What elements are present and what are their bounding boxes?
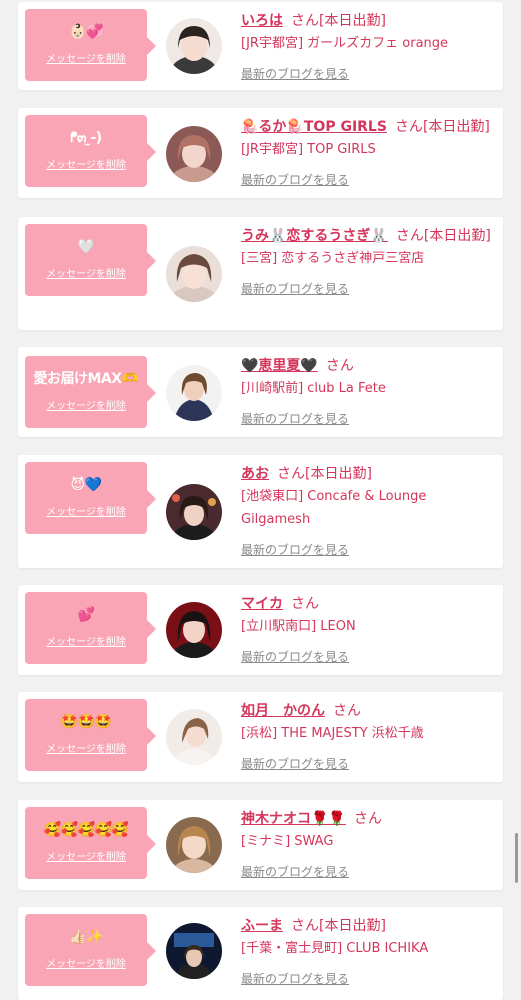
message-bubble: ᖰ๓ ̫-) メッセージを削除 bbox=[25, 115, 156, 187]
avatar[interactable] bbox=[166, 246, 222, 302]
delete-message-link[interactable]: メッセージを削除 bbox=[25, 53, 147, 67]
message-bubble: 🤍 メッセージを削除 bbox=[25, 224, 156, 296]
message-text: 👍🏻✨ bbox=[69, 929, 103, 945]
item-info: あお さん[本日出勤] [池袋東口] Concafe & Lounge Gilga… bbox=[241, 463, 497, 561]
status-badge: [本日出勤] bbox=[422, 119, 490, 135]
message-text: 👶🏻💞 bbox=[69, 24, 103, 40]
shop-name: [浜松] THE MAJESTY 浜松千歳 bbox=[241, 726, 424, 741]
status-badge: [本日出勤] bbox=[319, 918, 386, 934]
delete-message-link[interactable]: メッセージを削除 bbox=[25, 268, 147, 282]
blog-link[interactable]: 最新のブログを見る bbox=[241, 278, 497, 300]
delete-message-link[interactable]: メッセージを削除 bbox=[25, 400, 147, 414]
message-bubble: 😈💙 メッセージを削除 bbox=[25, 462, 156, 534]
shop-name: [立川駅南口] LEON bbox=[241, 619, 356, 634]
scrollbar-thumb[interactable] bbox=[515, 833, 518, 883]
item-info: 如月 かのん さん [浜松] THE MAJESTY 浜松千歳 最新のブログを見る bbox=[241, 700, 497, 775]
delete-message-link[interactable]: メッセージを削除 bbox=[25, 636, 147, 650]
delete-message-link[interactable]: メッセージを削除 bbox=[25, 958, 147, 972]
blog-link[interactable]: 最新のブログを見る bbox=[241, 169, 497, 191]
message-text: 🤩🤩🤩 bbox=[60, 714, 112, 730]
blog-link[interactable]: 最新のブログを見る bbox=[241, 861, 497, 883]
list-item: 愛お届けMAX🫶 メッセージを削除 🖤恵里夏🖤 さん [川崎駅前] club La… bbox=[18, 347, 503, 437]
avatar[interactable] bbox=[166, 126, 222, 182]
message-bubble: 🥰🥰🥰🥰🥰 メッセージを削除 bbox=[25, 807, 156, 879]
cast-name[interactable]: 神木ナオコ🌹🌹 bbox=[241, 811, 346, 827]
honorific: さん bbox=[325, 358, 354, 374]
list-item: 🤩🤩🤩 メッセージを削除 如月 かのん さん [浜松] THE MAJESTY 浜… bbox=[18, 692, 503, 782]
message-text: 😈💙 bbox=[70, 477, 102, 493]
delete-message-link[interactable]: メッセージを削除 bbox=[25, 743, 147, 757]
message-list: 👶🏻💞 メッセージを削除 いろは さん[本日出勤] [JR宇都宮] ガールズカフェ… bbox=[0, 0, 521, 1000]
blog-link[interactable]: 最新のブログを見る bbox=[241, 539, 497, 561]
honorific: さん bbox=[291, 918, 319, 934]
message-bubble: 愛お届けMAX🫶 メッセージを削除 bbox=[25, 356, 156, 428]
shop-name: [千葉・富士見町] CLUB ICHIKA bbox=[241, 941, 429, 956]
cast-name[interactable]: あお bbox=[241, 466, 269, 482]
list-item: 👍🏻✨ メッセージを削除 ふーま さん[本日出勤] [千葉・富士見町] CLUB … bbox=[18, 907, 503, 1000]
avatar[interactable] bbox=[166, 923, 222, 979]
item-info: 🪼るか🪼TOP GIRLS さん[本日出勤] [JR宇都宮] TOP GIRLS … bbox=[241, 116, 497, 191]
message-text: ᖰ๓ ̫-) bbox=[70, 130, 102, 146]
shop-name: [川崎駅前] club La Fete bbox=[241, 381, 386, 396]
item-info: うみ🐰恋するうさぎ🐰 さん[本日出勤] [三宮] 恋するうさぎ神戸三宮店 最新のブ… bbox=[241, 225, 497, 300]
item-info: 🖤恵里夏🖤 さん [川崎駅前] club La Fete 最新のブログを見る bbox=[241, 355, 497, 430]
avatar[interactable] bbox=[166, 602, 222, 658]
message-text: 🤍 bbox=[77, 239, 95, 255]
blog-link[interactable]: 最新のブログを見る bbox=[241, 968, 497, 990]
message-bubble: 💕 メッセージを削除 bbox=[25, 592, 156, 664]
item-info: いろは さん[本日出勤] [JR宇都宮] ガールズカフェ orange 最新のブロ… bbox=[241, 10, 497, 85]
honorific: さん bbox=[353, 811, 382, 827]
shop-name: [三宮] 恋するうさぎ神戸三宮店 bbox=[241, 251, 425, 266]
avatar[interactable] bbox=[166, 365, 222, 421]
blog-link[interactable]: 最新のブログを見る bbox=[241, 408, 497, 430]
list-item: 🤍 メッセージを削除 うみ🐰恋するうさぎ🐰 さん[本日出勤] [三宮] 恋するうさ… bbox=[18, 217, 503, 330]
message-text: 🥰🥰🥰🥰🥰 bbox=[43, 822, 129, 838]
avatar[interactable] bbox=[166, 709, 222, 765]
message-bubble: 🤩🤩🤩 メッセージを削除 bbox=[25, 699, 156, 771]
message-text: 愛お届けMAX🫶 bbox=[33, 371, 140, 387]
status-badge: [本日出勤] bbox=[305, 466, 372, 482]
cast-name[interactable]: 🪼るか🪼TOP GIRLS bbox=[241, 119, 387, 135]
shop-name: [池袋東口] Concafe & Lounge Gilgamesh bbox=[241, 489, 427, 527]
message-text: 💕 bbox=[77, 607, 95, 623]
honorific: さん bbox=[394, 119, 423, 135]
cast-name[interactable]: 🖤恵里夏🖤 bbox=[241, 358, 318, 374]
list-item: 🥰🥰🥰🥰🥰 メッセージを削除 神木ナオコ🌹🌹 さん [ミナミ] SWAG 最新のブ… bbox=[18, 800, 503, 890]
cast-name[interactable]: うみ🐰恋するうさぎ🐰 bbox=[241, 228, 388, 244]
item-info: ふーま さん[本日出勤] [千葉・富士見町] CLUB ICHIKA 最新のブログ… bbox=[241, 915, 497, 990]
blog-link[interactable]: 最新のブログを見る bbox=[241, 646, 497, 668]
cast-name[interactable]: マイカ bbox=[241, 596, 283, 612]
honorific: さん bbox=[333, 703, 361, 719]
blog-link[interactable]: 最新のブログを見る bbox=[241, 753, 497, 775]
cast-name[interactable]: ふーま bbox=[241, 918, 283, 934]
list-item: 👶🏻💞 メッセージを削除 いろは さん[本日出勤] [JR宇都宮] ガールズカフェ… bbox=[18, 2, 503, 90]
cast-name[interactable]: いろは bbox=[241, 13, 283, 29]
list-item: 💕 メッセージを削除 マイカ さん [立川駅南口] LEON 最新のブログを見る bbox=[18, 585, 503, 675]
delete-message-link[interactable]: メッセージを削除 bbox=[25, 851, 147, 865]
shop-name: [JR宇都宮] TOP GIRLS bbox=[241, 142, 376, 157]
shop-name: [ミナミ] SWAG bbox=[241, 834, 334, 849]
message-bubble: 👍🏻✨ メッセージを削除 bbox=[25, 914, 156, 986]
shop-name: [JR宇都宮] ガールズカフェ orange bbox=[241, 36, 449, 51]
cast-name[interactable]: 如月 かのん bbox=[241, 703, 325, 719]
honorific: さん bbox=[395, 228, 424, 244]
list-item: ᖰ๓ ̫-) メッセージを削除 🪼るか🪼TOP GIRLS さん[本日出勤] [J… bbox=[18, 108, 503, 198]
blog-link[interactable]: 最新のブログを見る bbox=[241, 63, 497, 85]
avatar[interactable] bbox=[166, 484, 222, 540]
item-info: マイカ さん [立川駅南口] LEON 最新のブログを見る bbox=[241, 593, 497, 668]
avatar[interactable] bbox=[166, 817, 222, 873]
delete-message-link[interactable]: メッセージを削除 bbox=[25, 506, 147, 520]
item-info: 神木ナオコ🌹🌹 さん [ミナミ] SWAG 最新のブログを見る bbox=[241, 808, 497, 883]
message-bubble: 👶🏻💞 メッセージを削除 bbox=[25, 9, 156, 81]
honorific: さん bbox=[277, 466, 305, 482]
status-badge: [本日出勤] bbox=[319, 13, 386, 29]
delete-message-link[interactable]: メッセージを削除 bbox=[25, 159, 147, 173]
honorific: さん bbox=[291, 596, 319, 612]
honorific: さん bbox=[291, 13, 319, 29]
status-badge: [本日出勤] bbox=[423, 228, 491, 244]
list-item: 😈💙 メッセージを削除 あお さん[本日出勤] [池袋東口] Concafe & … bbox=[18, 455, 503, 568]
avatar[interactable] bbox=[166, 18, 222, 74]
